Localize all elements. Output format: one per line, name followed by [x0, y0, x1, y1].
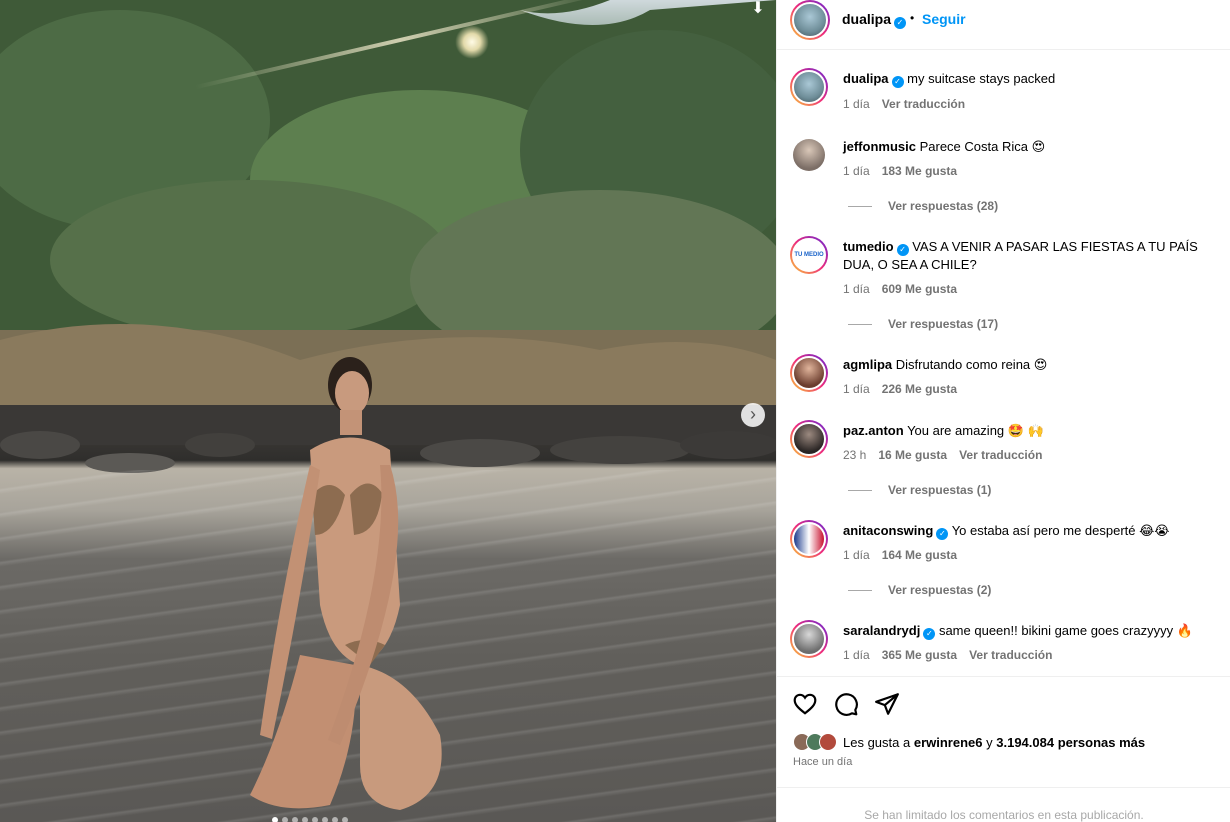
comment-text: saralandrydj ✓ same queen!! bikini game g… — [843, 622, 1230, 640]
comment-time: 1 día — [843, 282, 870, 296]
comment-meta: 23 h 16 Me gusta Ver traducción — [843, 448, 1042, 462]
caption-username[interactable]: dualipa — [843, 71, 889, 86]
post-actions: Les gusta a erwinrene6 y 3.194.084 perso… — [777, 676, 1230, 822]
post-side-panel: dualipa ✓ • Seguir dualipa ✓ my suitcase s… — [776, 0, 1230, 822]
comment-meta: 1 día 365 Me gusta Ver traducción — [843, 648, 1052, 662]
commenter-avatar[interactable] — [790, 520, 828, 558]
share-icon[interactable] — [874, 691, 900, 717]
commenter-avatar[interactable]: TU MEDIO — [790, 236, 828, 274]
verified-icon: ✓ — [923, 628, 936, 640]
view-replies-button[interactable]: Ver respuestas (2) — [848, 583, 991, 597]
caption-text: dualipa ✓ my suitcase stays packed — [843, 70, 1230, 88]
author-username[interactable]: dualipa ✓ — [842, 11, 907, 29]
comment-text: anitaconswing ✓ Yo estaba así pero me des… — [843, 522, 1230, 540]
comment-time: 23 h — [843, 448, 867, 462]
comment-body: Parece Costa Rica 😍 — [919, 139, 1046, 154]
likes-mid: y — [986, 734, 993, 750]
caption-time: 1 día — [843, 97, 870, 111]
comment-likes[interactable]: 226 Me gusta — [882, 382, 957, 396]
comments-limited-notice: Se han limitado los comentarios en esta … — [777, 787, 1230, 822]
likes-summary[interactable]: Les gusta a erwinrene6 y 3.194.084 perso… — [793, 733, 1145, 751]
caption-meta: 1 día Ver traducción — [843, 97, 965, 111]
commenter-username[interactable]: anitaconswing — [843, 523, 933, 538]
commenter-avatar[interactable] — [790, 620, 828, 658]
comment-time: 1 día — [843, 164, 870, 178]
action-icons — [792, 691, 900, 717]
comment-likes[interactable]: 183 Me gusta — [882, 164, 957, 178]
verified-icon: ✓ — [891, 76, 904, 88]
liker-avatars — [793, 733, 837, 751]
commenter-username[interactable]: jeffonmusic — [843, 139, 916, 154]
view-replies-button[interactable]: Ver respuestas (1) — [848, 483, 991, 497]
comments-list[interactable]: dualipa ✓ my suitcase stays packed 1 día … — [777, 50, 1230, 676]
commenter-avatar[interactable] — [790, 354, 828, 392]
instagram-post-modal: ⬇ › dualipa✓ • Seguir dualipa✓ my suit — [0, 0, 1230, 822]
carousel-dots — [272, 817, 348, 822]
verified-icon: ✓ — [894, 17, 907, 29]
translate-link[interactable]: Ver traducción — [969, 648, 1052, 662]
comment-likes[interactable]: 164 Me gusta — [882, 548, 957, 562]
liker-username[interactable]: erwinrene6 — [914, 735, 983, 750]
comment-icon[interactable] — [833, 691, 859, 717]
comment-likes[interactable]: 365 Me gusta — [882, 648, 957, 662]
follow-button[interactable]: Seguir — [922, 11, 966, 27]
comment-text: paz.anton You are amazing 🤩 🙌 — [843, 422, 1230, 440]
post-photo[interactable]: ⬇ › — [0, 0, 776, 822]
comment-meta: 1 día 183 Me gusta — [843, 164, 957, 178]
comment-body: You are amazing 🤩 🙌 — [907, 423, 1044, 438]
likes-others[interactable]: 3.194.084 personas más — [996, 735, 1145, 750]
comment-text: tumedio ✓ VAS A VENIR A PASAR LAS FIESTAS… — [843, 238, 1230, 274]
comment-body: same queen!! bikini game goes crazyyyy 🔥 — [938, 623, 1193, 638]
comment-body: Yo estaba así pero me desperté 😂😭 — [951, 523, 1170, 538]
view-replies-button[interactable]: Ver respuestas (17) — [848, 317, 998, 331]
translate-link[interactable]: Ver traducción — [882, 97, 965, 111]
caption-body: my suitcase stays packed — [907, 71, 1056, 86]
separator-dot: • — [910, 11, 915, 25]
translate-link[interactable]: Ver traducción — [959, 448, 1042, 462]
sun — [455, 25, 489, 59]
heart-icon[interactable] — [792, 691, 818, 717]
comment-text: agmlipa Disfrutando como reina 😍 — [843, 356, 1230, 374]
comment-body: Disfrutando como reina 😍 — [895, 357, 1048, 372]
comment-time: 1 día — [843, 382, 870, 396]
comment-meta: 1 día 226 Me gusta — [843, 382, 957, 396]
commenter-username[interactable]: saralandrydj — [843, 623, 920, 638]
comment-likes[interactable]: 16 Me gusta — [878, 448, 947, 462]
view-replies-button[interactable]: Ver respuestas (28) — [848, 199, 998, 213]
comment-time: 1 día — [843, 648, 870, 662]
comment-meta: 1 día 609 Me gusta — [843, 282, 957, 296]
comment-likes[interactable]: 609 Me gusta — [882, 282, 957, 296]
likes-prefix: Les gusta a — [843, 734, 911, 750]
verified-icon: ✓ — [896, 244, 909, 256]
comment-body: VAS A VENIR A PASAR LAS FIESTAS A TU PAÍ… — [843, 239, 1198, 272]
commenter-username[interactable]: agmlipa — [843, 357, 892, 372]
comment-time: 1 día — [843, 548, 870, 562]
author-avatar[interactable] — [790, 68, 828, 106]
verified-icon: ✓ — [936, 528, 949, 540]
post-time: Hace un día — [793, 756, 853, 768]
comment-meta: 1 día 164 Me gusta — [843, 548, 957, 562]
post-header: dualipa ✓ • Seguir — [777, 0, 1230, 50]
commenter-avatar[interactable] — [790, 420, 828, 458]
chevron-right-icon[interactable]: › — [741, 403, 765, 427]
commenter-username[interactable]: tumedio — [843, 239, 894, 254]
commenter-avatar[interactable] — [793, 139, 825, 171]
commenter-username[interactable]: paz.anton — [843, 423, 904, 438]
download-icon[interactable]: ⬇ — [748, 0, 768, 18]
person-figure — [250, 357, 442, 810]
comment-text: jeffonmusic Parece Costa Rica 😍 — [843, 138, 1230, 156]
author-avatar[interactable] — [790, 0, 830, 40]
